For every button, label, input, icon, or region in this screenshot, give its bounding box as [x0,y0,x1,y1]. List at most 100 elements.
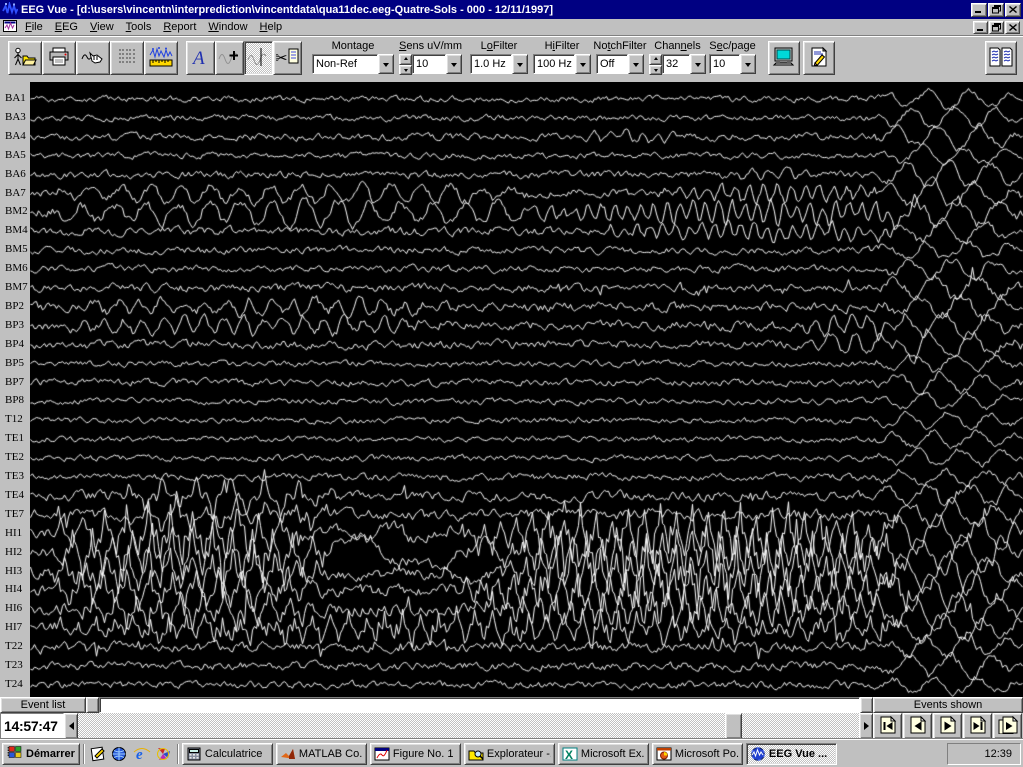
secpage-dropdown-button[interactable] [740,54,756,74]
scroll-right-button[interactable] [859,713,873,739]
restore-button[interactable] [988,3,1004,17]
wave-cursor-button[interactable] [244,41,273,75]
task-button-calculatrice[interactable]: Calculatrice [182,743,273,765]
channels-value[interactable]: 32 [662,54,690,74]
task-label: Figure No. 1 [393,748,454,760]
close-button[interactable] [1005,3,1021,17]
channel-label-ba6: BA6 [5,168,26,181]
task-label: Microsoft Po... [675,748,739,760]
scrollbar-thumb[interactable] [725,713,742,739]
annotation-button[interactable]: A [186,41,215,75]
sens-spin-up-button[interactable] [399,54,412,65]
channel-label-te4: TE4 [5,489,24,502]
taskbar: Démarrer e Calculatrice MATLAB Co... Figur… [0,739,1023,767]
dropdown-arrow-icon [451,63,457,70]
montage-grid-button[interactable] [110,41,144,75]
menu-report[interactable]: Report [157,20,202,34]
menu-file[interactable]: File [19,20,49,34]
menu-bar: FileEEGViewToolsReportWindowHelp [0,19,1023,36]
clip-report-icon: ✂ [276,46,300,71]
sens-spin-down-button[interactable] [399,65,412,75]
events-shown-button[interactable]: Events shown [873,697,1023,713]
eeg-trace-area[interactable] [30,82,1023,697]
sens-value[interactable]: 10 [412,54,446,74]
task-button-eeg-vue[interactable]: EEG Vue ... [746,743,837,765]
add-event-button[interactable] [215,41,244,75]
child-restore-button[interactable] [989,21,1004,34]
lofilter-value[interactable]: 1.0 Hz [470,54,512,74]
channel-label-ba4: BA4 [5,130,26,143]
task-label: Calculatrice [205,748,262,760]
first-event-button[interactable] [873,713,902,739]
hifilter-value[interactable]: 100 Hz [533,54,575,74]
task-button-matlab-co[interactable]: MATLAB Co... [276,743,367,765]
print-button[interactable] [42,41,76,75]
quicklaunch-channels-icon[interactable] [154,744,174,764]
channels-dropdown-button[interactable] [690,54,706,74]
dropdown-arrow-icon [633,63,639,70]
event-list-small-button[interactable] [86,697,99,713]
task-button-figure-no-1[interactable]: Figure No. 1 [370,743,461,765]
prev-event-button[interactable] [903,713,932,739]
menu-eeg[interactable]: EEG [49,20,84,34]
scroll-left-button[interactable] [64,713,78,739]
child-minimize-button[interactable] [973,21,988,34]
montage-value[interactable]: Non-Ref [312,54,378,74]
channel-label-t24: T24 [5,678,23,691]
channels-spinner [649,54,662,74]
menu-help[interactable]: Help [254,20,289,34]
dropdown-arrow-icon [580,63,586,70]
review-monitor-button[interactable] [768,41,800,75]
calibration-button[interactable] [144,41,178,75]
minimize-button[interactable] [971,3,987,17]
next-page-icon [937,716,959,737]
montage-control: Non-Ref [312,54,394,74]
channel-label-bp8: BP8 [5,394,24,407]
channel-label-bm6: BM6 [5,262,28,275]
start-button[interactable]: Démarrer [2,743,80,765]
task-button-explorateur[interactable]: Explorateur -... [464,743,555,765]
annotation-icon: A [189,46,213,71]
task-button-microsoft-ex[interactable]: XMicrosoft Ex... [558,743,649,765]
montage-grid-icon [115,46,139,71]
secpage-value[interactable]: 10 [709,54,740,74]
svg-text:A: A [191,48,205,68]
event-list-button[interactable]: Event list [0,697,86,713]
powerpoint-icon [656,747,672,761]
quicklaunch-ie-icon[interactable]: e [132,744,152,764]
scrollbar-track[interactable] [78,713,859,739]
document-icon[interactable] [3,20,17,35]
task-button-microsoft-po[interactable]: Microsoft Po... [652,743,743,765]
menu-view[interactable]: View [84,20,120,34]
electrode-button[interactable] [76,41,110,75]
events-shown-small-button[interactable] [860,697,873,713]
channel-label-hi4: HI4 [5,583,22,596]
notchfilter-dropdown-button[interactable] [628,54,644,74]
channel-label-t12: T12 [5,413,23,426]
dual-page-button[interactable] [985,41,1017,75]
next-event-button[interactable] [933,713,962,739]
notchfilter-value[interactable]: Off [596,54,628,74]
channels-spin-down-button[interactable] [649,65,662,75]
report-edit-button[interactable] [803,41,835,75]
sens-dropdown-button[interactable] [446,54,462,74]
lofilter-dropdown-button[interactable] [512,54,528,74]
channels-spin-up-button[interactable] [649,54,662,65]
hifilter-dropdown-button[interactable] [575,54,591,74]
menu-tools[interactable]: Tools [120,20,158,34]
last-event-button[interactable] [963,713,992,739]
open-patient-icon [13,46,37,71]
up-arrow-icon [404,55,408,60]
montage-dropdown-button[interactable] [378,54,394,74]
quicklaunch-note-icon[interactable] [88,744,108,764]
quicklaunch-globe-icon[interactable] [110,744,130,764]
task-label: Explorateur -... [487,748,551,760]
child-close-button[interactable] [1005,21,1020,34]
clip-report-button[interactable]: ✂ [273,41,302,75]
calculator-icon [186,747,202,761]
event-list-box[interactable] [99,697,860,713]
menu-window[interactable]: Window [202,20,253,34]
open-patient-button[interactable] [8,41,42,75]
channel-label-ba3: BA3 [5,111,26,124]
goto-event-button[interactable] [993,713,1022,739]
